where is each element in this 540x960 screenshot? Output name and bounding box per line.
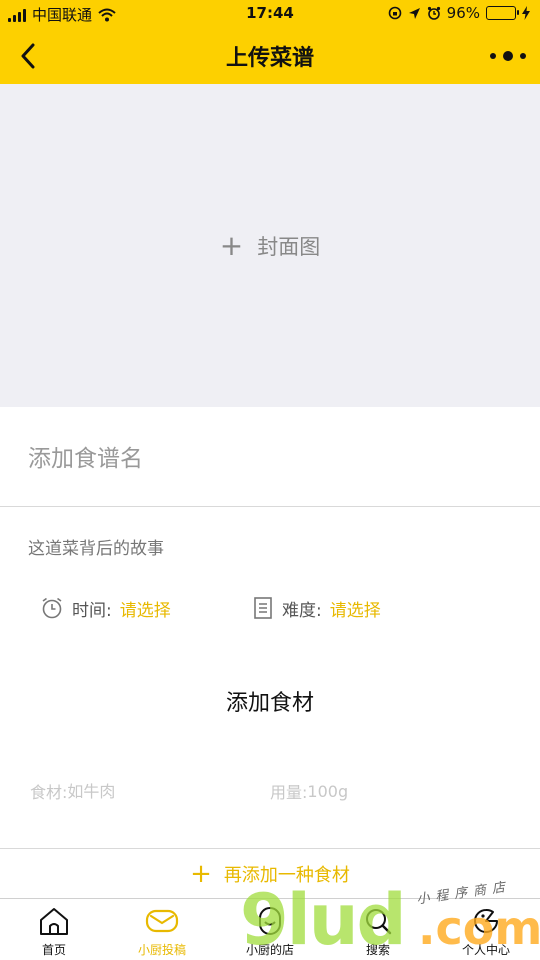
tab-bar: 首页 小厨投稿 小厨的店 搜索 个人中心	[0, 898, 540, 960]
recipe-name-row	[0, 407, 540, 507]
recipe-name-input[interactable]	[28, 441, 508, 477]
home-icon	[36, 903, 72, 939]
ingredient-name-field: 食材:	[30, 776, 250, 806]
nav-bar: 上传菜谱	[0, 28, 540, 84]
tab-label: 个人中心	[461, 943, 510, 957]
battery-percent: 96%	[446, 4, 480, 22]
tab-label: 小厨投稿	[137, 943, 186, 957]
ingredient-quantity-input[interactable]	[307, 781, 458, 801]
document-icon	[254, 597, 272, 619]
add-ingredient-label: 再添加一种食材	[223, 864, 350, 886]
tab-label: 搜索	[365, 943, 390, 957]
more-dot-icon	[520, 53, 526, 59]
search-icon	[360, 903, 396, 939]
plus-icon: +	[190, 858, 212, 889]
envelope-icon	[144, 903, 180, 939]
more-options-button[interactable]	[490, 44, 526, 68]
ingredient-name-label: 食材:	[30, 783, 68, 802]
time-label: 时间:	[72, 600, 112, 621]
ingredient-name-input[interactable]	[67, 781, 218, 801]
cover-image-label: 封面图	[257, 234, 321, 259]
charging-icon	[522, 6, 530, 20]
time-picker[interactable]: 时间: 请选择	[40, 590, 171, 626]
ingredients-title: 添加食材	[225, 691, 314, 716]
ingredient-quantity-field: 用量:	[270, 776, 510, 806]
profile-icon	[468, 903, 504, 939]
header: 中国联通 17:44 96% 上传菜谱	[0, 0, 540, 84]
difficulty-picker[interactable]: 难度: 请选择	[252, 590, 381, 626]
tab-label: 首页	[41, 943, 66, 957]
tab-label: 小厨的店	[245, 943, 294, 957]
difficulty-value: 请选择	[329, 600, 381, 621]
tab-profile[interactable]: 个人中心	[432, 899, 540, 960]
ingredient-quantity-label: 用量:	[270, 783, 308, 802]
plus-icon: +	[219, 228, 244, 262]
store-icon	[252, 903, 288, 939]
battery-icon	[486, 6, 519, 20]
more-dot-icon	[490, 53, 496, 59]
page-title: 上传菜谱	[225, 46, 314, 71]
tab-search[interactable]: 搜索	[324, 899, 432, 960]
status-bar: 中国联通 17:44 96%	[0, 0, 540, 28]
more-dot-icon	[503, 51, 513, 61]
add-ingredient-button[interactable]: + 再添加一种食材	[0, 848, 540, 898]
clock-icon	[42, 597, 62, 619]
time-value: 请选择	[119, 600, 171, 621]
alarm-icon	[427, 6, 440, 20]
upload-recipe-screen: 中国联通 17:44 96% 上传菜谱 + 封面图 添加食谱名 这道菜背后的故事…	[0, 0, 540, 960]
rotation-lock-icon	[388, 6, 401, 20]
recipe-story-input[interactable]	[28, 534, 508, 564]
tab-submit-recipe[interactable]: 小厨投稿	[108, 899, 216, 960]
cover-image-upload[interactable]: + 封面图	[0, 84, 540, 407]
difficulty-label: 难度:	[282, 600, 322, 621]
status-right: 96%	[388, 4, 530, 22]
tab-home[interactable]: 首页	[0, 899, 108, 960]
location-icon	[408, 7, 420, 19]
tab-my-store[interactable]: 小厨的店	[216, 899, 324, 960]
